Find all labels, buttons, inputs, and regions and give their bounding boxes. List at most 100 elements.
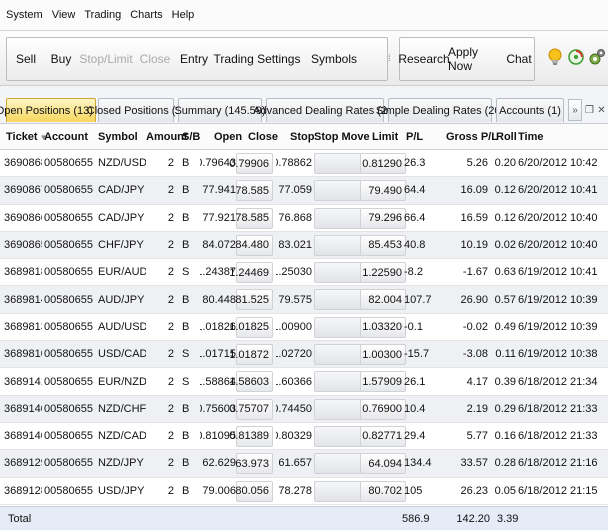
cell-limit-button[interactable]: 79.490 bbox=[360, 180, 406, 202]
cell-close-button[interactable]: 0.79906 bbox=[229, 153, 273, 174]
symbols-button[interactable]: Symbols bbox=[301, 38, 367, 80]
cell-stop-move-button[interactable] bbox=[314, 316, 362, 338]
cell-stop-move-button[interactable] bbox=[314, 289, 362, 311]
header-symbol[interactable]: Symbol bbox=[98, 124, 138, 150]
globe-refresh-icon[interactable] bbox=[566, 47, 586, 67]
cell-limit-button[interactable]: 0.82771 bbox=[360, 425, 406, 447]
cell-limit-button[interactable]: 79.296 bbox=[360, 207, 406, 229]
table-row[interactable]: 3689140600580655NZD/CHF2B0.756030.757070… bbox=[0, 395, 608, 423]
cell-limit-button[interactable]: 82.004 bbox=[360, 289, 406, 311]
cell-close-button[interactable]: 0.81389 bbox=[229, 425, 273, 447]
cell-close-button[interactable]: 1.01825 bbox=[229, 316, 273, 338]
entry-button[interactable]: Entry bbox=[175, 38, 213, 80]
header-stop-move[interactable]: Stop Move bbox=[314, 124, 370, 150]
cell-close-button[interactable]: 63.973 bbox=[235, 453, 273, 475]
cell-close-button[interactable]: 1.58603 bbox=[229, 371, 273, 393]
cell-stop-move-button[interactable] bbox=[314, 425, 362, 447]
stop-limit-button[interactable]: Stop/Limit bbox=[77, 38, 135, 80]
tab-closed-positions[interactable]: Closed Positions (1) bbox=[87, 98, 185, 122]
cell-close-button[interactable]: 81.525 bbox=[235, 289, 273, 311]
cell-close-button[interactable]: 78.585 bbox=[235, 207, 273, 229]
research-button[interactable]: Research bbox=[398, 38, 449, 80]
header-roll[interactable]: Roll bbox=[496, 124, 517, 150]
cell-ticket: 36898148 bbox=[4, 293, 42, 306]
header-ticket[interactable]: Ticket ▼ bbox=[6, 124, 48, 150]
cell-stop: 83.021 bbox=[278, 239, 312, 252]
tab-advanced-dealing-rates[interactable]: Advanced Dealing Rates (20) bbox=[253, 98, 397, 122]
cell-close-button[interactable]: 80.056 bbox=[235, 480, 273, 502]
cell-time: 6/20/2012 10:40 bbox=[518, 239, 598, 252]
header-stop[interactable]: Stop bbox=[290, 124, 314, 150]
table-row[interactable]: 3689141000580655EUR/NZD2S1.588641.586031… bbox=[0, 368, 608, 396]
menu-help[interactable]: Help bbox=[172, 9, 195, 21]
tab-open-positions[interactable]: Open Positions (13)✕ bbox=[0, 98, 106, 122]
cell-limit-button[interactable]: 1.00300 bbox=[360, 344, 406, 366]
close-button[interactable]: Close bbox=[135, 38, 175, 80]
buy-button[interactable]: Buy bbox=[45, 38, 77, 80]
cell-ticket: 36908653 bbox=[4, 239, 42, 252]
cell-close-button[interactable]: 78.585 bbox=[235, 180, 273, 202]
cell-limit-button[interactable]: 64.094 bbox=[360, 453, 406, 475]
lightbulb-icon[interactable] bbox=[545, 47, 565, 67]
table-row[interactable]: 3690868400580655NZD/USD2B0.796430.799060… bbox=[0, 150, 608, 178]
cell-account: 00580655 bbox=[44, 266, 93, 279]
cell-close-button[interactable]: 0.75707 bbox=[229, 398, 273, 420]
tab-summary[interactable]: Summary (145.59) bbox=[174, 98, 266, 122]
cell-close-button[interactable]: 84.480 bbox=[235, 234, 273, 256]
table-row[interactable]: 3689129600580655 NZD/JPY 2B 62.62963.973 61.… bbox=[0, 450, 608, 478]
tab-accounts[interactable]: Accounts (1) bbox=[496, 98, 564, 122]
table-row[interactable]: 3689814800580655 AUD/JPY 2B 80.44881.525 79.… bbox=[0, 286, 608, 314]
menu-view[interactable]: View bbox=[52, 9, 76, 21]
cell-stop-move-button[interactable] bbox=[314, 234, 362, 256]
table-row[interactable]: 3689810300580655USD/CAD2S1.017151.018721… bbox=[0, 341, 608, 369]
cell-pl: 107.7 bbox=[404, 293, 432, 306]
table-row[interactable]: 3689813300580655AUD/USD2B1.018261.018251… bbox=[0, 314, 608, 342]
table-row[interactable]: 3689140400580655NZD/CAD2B0.810950.813890… bbox=[0, 423, 608, 451]
trading-settings-button[interactable]: Trading Settings bbox=[213, 38, 301, 80]
cell-stop-move-button[interactable] bbox=[314, 180, 362, 202]
cell-limit-button[interactable]: 85.453 bbox=[360, 234, 406, 256]
cell-limit-button[interactable]: 1.22590 bbox=[360, 262, 406, 284]
cell-limit-button[interactable]: 0.81290 bbox=[360, 153, 406, 174]
cell-stop-move-button[interactable] bbox=[314, 371, 362, 393]
menu-trading[interactable]: Trading bbox=[84, 9, 121, 21]
cell-limit-button[interactable]: 0.76900 bbox=[360, 398, 406, 420]
cell-limit-button[interactable]: 80.702 bbox=[360, 480, 406, 502]
cell-stop-move-button[interactable] bbox=[314, 398, 362, 420]
toolbar-grip-icon[interactable]: ⁞ bbox=[388, 53, 391, 63]
menu-system[interactable]: System bbox=[6, 9, 43, 21]
panel-restore-button[interactable]: ❐ bbox=[584, 99, 595, 121]
header-gross-pl[interactable]: Gross P/L bbox=[446, 124, 498, 150]
cell-limit-button[interactable]: 1.03320 bbox=[360, 316, 406, 338]
table-row[interactable]: 3690866100580655 CAD/JPY 2B 77.92178.585 76.… bbox=[0, 205, 608, 232]
header-open[interactable]: Open bbox=[214, 124, 242, 150]
table-row[interactable]: 3690867200580655 CAD/JPY 2B 77.94178.585 77.… bbox=[0, 177, 608, 205]
cell-stop-move-button[interactable] bbox=[314, 262, 362, 284]
sell-button[interactable]: Sell bbox=[7, 38, 45, 80]
table-row[interactable]: 3689818100580655EUR/AUD2S1.243871.244691… bbox=[0, 259, 608, 287]
menu-charts[interactable]: Charts bbox=[130, 9, 162, 21]
cell-stop-move-button[interactable] bbox=[314, 207, 362, 229]
cell-close-button[interactable]: 1.01872 bbox=[229, 344, 273, 366]
header-account[interactable]: Account bbox=[44, 124, 88, 150]
chat-button[interactable]: Chat bbox=[504, 38, 534, 80]
header-limit[interactable]: Limit bbox=[372, 124, 398, 150]
panel-close-button[interactable]: ✕ bbox=[596, 99, 607, 121]
cell-close-button[interactable]: 1.24469 bbox=[229, 262, 273, 284]
cell-side: S bbox=[182, 375, 190, 388]
header-pl[interactable]: P/L bbox=[406, 124, 423, 150]
table-row[interactable]: 3689128900580655 USD/JPY 2B 79.00680.056 78.… bbox=[0, 478, 608, 505]
gear-cluster-icon[interactable] bbox=[587, 47, 607, 67]
apply-now-button[interactable]: Apply Now bbox=[448, 38, 504, 80]
header-time[interactable]: Time bbox=[518, 124, 543, 150]
header-side[interactable]: S/B bbox=[182, 124, 200, 150]
cell-stop-move-button[interactable] bbox=[314, 153, 362, 174]
cell-stop-move-button[interactable] bbox=[314, 453, 362, 475]
tab-simple-dealing-rates[interactable]: Simple Dealing Rates (20) bbox=[376, 98, 504, 122]
cell-stop-move-button[interactable] bbox=[314, 344, 362, 366]
cell-stop-move-button[interactable] bbox=[314, 480, 362, 502]
header-close[interactable]: Close bbox=[248, 124, 278, 150]
tab-overflow-button[interactable]: » bbox=[568, 99, 582, 121]
cell-limit-button[interactable]: 1.57909 bbox=[360, 371, 406, 393]
table-row[interactable]: 3690865300580655 CHF/JPY 2B 84.07284.480 83.… bbox=[0, 231, 608, 260]
